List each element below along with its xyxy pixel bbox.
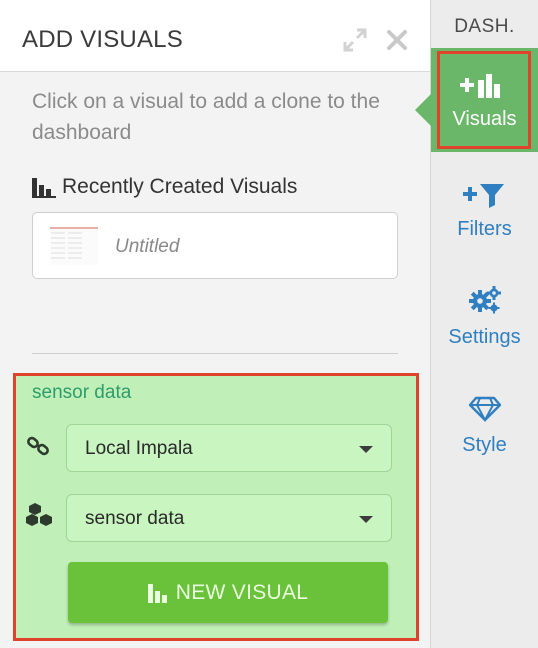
sidebar-item-visuals[interactable]: Visuals (431, 48, 538, 152)
diamond-icon (468, 396, 502, 422)
connection-value: Local Impala (85, 438, 193, 459)
panel-pointer (415, 94, 431, 126)
highlight-frame (437, 51, 531, 149)
gears-icon (469, 286, 501, 314)
expand-icon[interactable] (342, 27, 368, 53)
sidebar-label-settings: Settings (448, 326, 521, 348)
add-chart-icon (460, 74, 500, 98)
new-visual-label: NEW VISUAL (175, 580, 309, 604)
recent-visual-card[interactable]: Untitled (32, 212, 398, 279)
divider (32, 353, 398, 354)
sidebar-label-style: Style (462, 434, 507, 456)
instruction-text: Click on a visual to add a clone to the … (32, 90, 380, 144)
connection-select[interactable]: Local Impala (66, 424, 392, 472)
dataset-select[interactable]: sensor data (66, 494, 392, 542)
new-visual-button[interactable]: NEW VISUAL (68, 562, 388, 623)
panel-header: ADD VISUALS (0, 0, 430, 72)
bar-chart-icon (147, 583, 167, 603)
chevron-down-icon (359, 446, 373, 453)
recent-visuals-heading: Recently Created Visuals (32, 175, 297, 199)
recent-visual-label: Untitled (115, 236, 180, 257)
add-visuals-panel: ADD VISUALS Click on a visual to add a c… (0, 0, 431, 648)
link-icon (27, 436, 49, 456)
dataset-value: sensor data (85, 508, 185, 529)
panel-title: ADD VISUALS (22, 26, 183, 53)
recent-visuals-title: Recently Created Visuals (62, 175, 298, 198)
add-filter-icon (463, 184, 504, 208)
dashboard-sidebar: DASH. Visuals Filters Settings Style (431, 0, 538, 648)
sidebar-header: DASH. (454, 16, 515, 37)
data-source-section: sensor data Local Impala sensor data NEW… (13, 373, 419, 641)
sidebar-item-settings[interactable]: Settings (431, 270, 538, 374)
data-source-label: sensor data (32, 382, 132, 403)
visual-thumbnail (50, 227, 98, 265)
sidebar-item-filters[interactable]: Filters (431, 162, 538, 266)
sidebar-item-style[interactable]: Style (431, 378, 538, 482)
cubes-icon (26, 503, 52, 526)
chevron-down-icon (359, 516, 373, 523)
sidebar-label-visuals: Visuals (452, 108, 517, 130)
bar-chart-icon (32, 178, 56, 198)
close-icon[interactable] (384, 27, 410, 53)
sidebar-label-filters: Filters (457, 218, 512, 240)
